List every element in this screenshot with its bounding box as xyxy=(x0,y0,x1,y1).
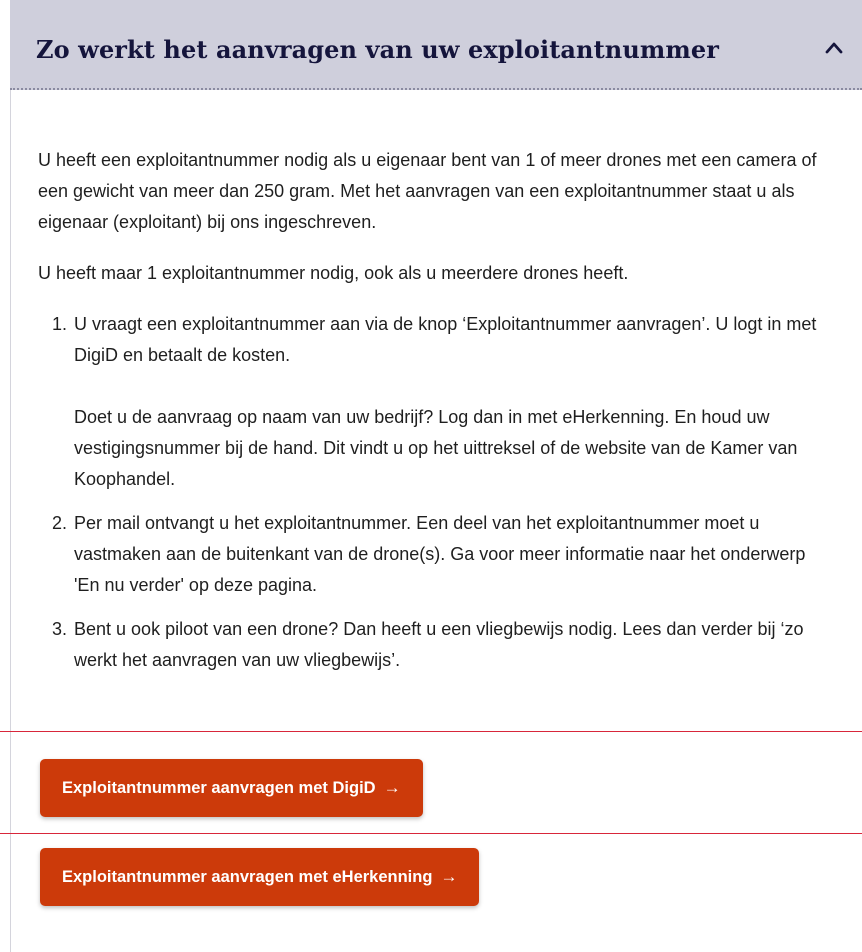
arrow-right-icon: → xyxy=(383,778,401,797)
step-2-text: Per mail ontvangt u het exploitantnummer… xyxy=(74,513,806,595)
note-paragraph: U heeft maar 1 exploitantnummer nodig, o… xyxy=(38,263,629,283)
digid-button-label: Exploitantnummer aanvragen met DigiD xyxy=(62,778,376,797)
step-1-extra: Doet u de aanvraag op naam van uw bedrij… xyxy=(74,407,798,489)
eherkenning-request-button[interactable]: Exploitantnummer aanvragen met eHerkenni… xyxy=(40,848,480,906)
divider-line-top xyxy=(0,731,862,732)
accordion-content: U heeft een exploitantnummer nodig als u… xyxy=(38,145,828,689)
steps-list: U vraagt een exploitantnummer aan via de… xyxy=(38,309,828,676)
divider-line-bottom xyxy=(0,833,862,834)
accordion-header[interactable]: Zo werkt het aanvragen van uw exploitant… xyxy=(10,0,862,90)
step-3-text: Bent u ook piloot van een drone? Dan hee… xyxy=(74,619,804,670)
eherkenning-button-label: Exploitantnummer aanvragen met eHerkenni… xyxy=(62,867,433,886)
step-1-gap xyxy=(74,371,828,402)
chevron-up-icon[interactable] xyxy=(824,38,844,58)
accordion-title: Zo werkt het aanvragen van uw exploitant… xyxy=(36,35,719,64)
arrow-right-icon: → xyxy=(440,867,458,886)
list-item: U vraagt een exploitantnummer aan via de… xyxy=(72,309,828,495)
intro-paragraph: U heeft een exploitantnummer nodig als u… xyxy=(38,150,817,232)
list-item: Per mail ontvangt u het exploitantnummer… xyxy=(72,508,828,601)
digid-request-button[interactable]: Exploitantnummer aanvragen met DigiD → xyxy=(40,759,423,817)
step-1-text: U vraagt een exploitantnummer aan via de… xyxy=(74,314,817,365)
list-item: Bent u ook piloot van een drone? Dan hee… xyxy=(72,614,828,676)
